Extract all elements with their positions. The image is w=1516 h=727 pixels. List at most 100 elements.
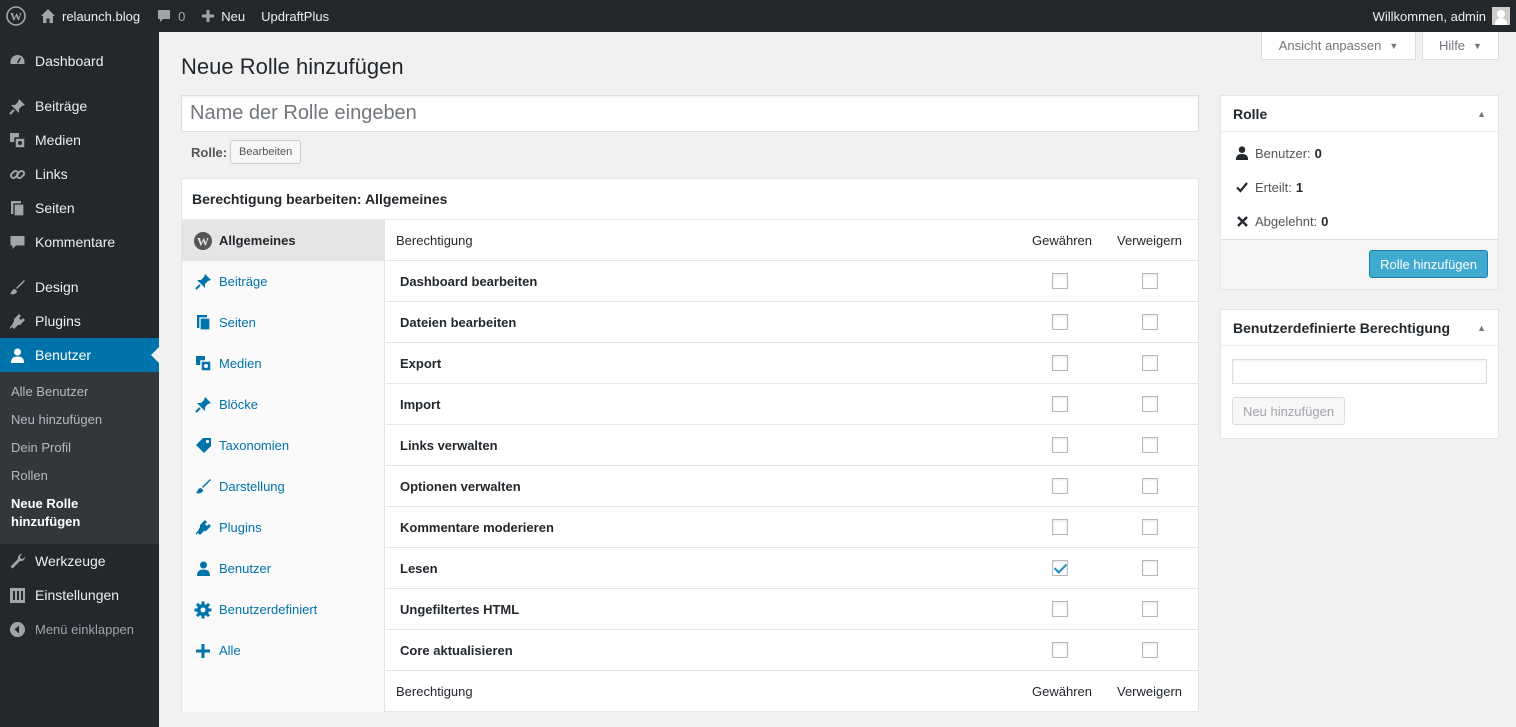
triangle-down-icon: ▼	[1473, 40, 1482, 51]
pages-icon	[193, 313, 213, 333]
menu-comments[interactable]: Kommentare	[0, 225, 159, 259]
deny-checkbox[interactable]	[1142, 314, 1158, 330]
pin-icon	[9, 98, 26, 115]
collapse-icon	[9, 621, 26, 638]
brush-icon	[193, 477, 213, 497]
tab-appearance[interactable]: Darstellung	[182, 466, 384, 507]
menu-users[interactable]: Benutzer	[0, 338, 159, 372]
menu-posts[interactable]: Beiträge	[0, 89, 159, 123]
grant-checkbox[interactable]	[1052, 396, 1068, 412]
page-title: Neue Rolle hinzufügen	[181, 54, 404, 79]
dashboard-icon	[9, 53, 26, 70]
column-header-capability: Berechtigung	[396, 232, 473, 248]
my-account-link[interactable]: Willkommen, admin	[1365, 0, 1516, 32]
submenu-all-users[interactable]: Alle Benutzer	[0, 378, 159, 406]
deny-checkbox[interactable]	[1142, 642, 1158, 658]
menu-tools[interactable]: Werkzeuge	[0, 544, 159, 578]
comment-icon	[156, 8, 172, 24]
help-button[interactable]: Hilfe ▼	[1422, 32, 1499, 60]
grant-checkbox[interactable]	[1052, 355, 1068, 371]
tab-taxonomies[interactable]: Taxonomien	[182, 425, 384, 466]
comments-link[interactable]: 0	[148, 0, 193, 32]
menu-pages[interactable]: Seiten	[0, 191, 159, 225]
column-header-grant: Gewähren	[1032, 232, 1092, 248]
tab-label: Taxonomien	[219, 438, 290, 453]
grant-checkbox[interactable]	[1052, 519, 1068, 535]
tab-media[interactable]: Medien	[182, 343, 384, 384]
wordpress-logo-icon[interactable]: W	[0, 0, 32, 32]
table-row: Links verwalten	[386, 425, 1198, 466]
new-content-link[interactable]: Neu	[193, 0, 253, 32]
tab-label: Beiträge	[219, 274, 268, 289]
tab-users[interactable]: Benutzer	[182, 548, 384, 589]
custom-capability-input[interactable]	[1232, 359, 1487, 384]
tab-posts[interactable]: Beiträge	[182, 261, 384, 302]
deny-checkbox[interactable]	[1142, 355, 1158, 371]
column-footer-capability: Berechtigung	[396, 684, 473, 699]
role-box-actions: Rolle hinzufügen	[1221, 239, 1498, 289]
edit-role-slug-button[interactable]: Bearbeiten	[230, 140, 302, 164]
tab-general[interactable]: W Allgemeines	[182, 220, 384, 261]
brush-icon	[9, 279, 26, 296]
tab-label: Benutzer	[219, 561, 272, 576]
grant-checkbox[interactable]	[1052, 437, 1068, 453]
submenu-roles[interactable]: Rollen	[0, 462, 159, 490]
collapse-arrow-icon[interactable]: ▲	[1477, 323, 1486, 333]
screen-options-button[interactable]: Ansicht anpassen ▼	[1261, 32, 1416, 60]
tab-label: Darstellung	[219, 479, 285, 494]
grant-checkbox[interactable]	[1052, 314, 1068, 330]
updraftplus-label: UpdraftPlus	[261, 8, 330, 24]
deny-checkbox[interactable]	[1142, 396, 1158, 412]
granted-value: 1	[1295, 179, 1304, 195]
add-role-button[interactable]: Rolle hinzufügen	[1369, 250, 1488, 278]
settings-icon	[9, 587, 26, 604]
tab-pages[interactable]: Seiten	[182, 302, 384, 343]
deny-checkbox[interactable]	[1142, 478, 1158, 494]
tab-blocks[interactable]: Blöcke	[182, 384, 384, 425]
tab-custom[interactable]: Benutzerdefiniert	[182, 589, 384, 630]
menu-links[interactable]: Links	[0, 157, 159, 191]
menu-design[interactable]: Design	[0, 270, 159, 304]
deny-checkbox[interactable]	[1142, 273, 1158, 289]
menu-label: Kommentare	[35, 234, 116, 250]
denied-stat: Abgelehnt: 0	[1221, 204, 1498, 238]
custom-box-header[interactable]: Benutzerdefinierte Berechtigung ▲	[1221, 310, 1498, 346]
menu-plugins[interactable]: Plugins	[0, 304, 159, 338]
tab-all[interactable]: Alle	[182, 630, 384, 671]
menu-media[interactable]: Medien	[0, 123, 159, 157]
gear-icon	[193, 600, 213, 620]
role-box-header[interactable]: Rolle ▲	[1221, 96, 1498, 132]
role-name-input[interactable]	[181, 95, 1199, 132]
submenu-add-new[interactable]: Neu hinzufügen	[0, 406, 159, 434]
grant-checkbox[interactable]	[1052, 560, 1068, 576]
collapse-arrow-icon[interactable]: ▲	[1477, 109, 1486, 119]
submenu-add-role[interactable]: Neue Rolle hinzufügen	[0, 490, 100, 536]
pages-icon	[9, 200, 26, 217]
menu-label: Einstellungen	[35, 587, 120, 603]
deny-checkbox[interactable]	[1142, 560, 1158, 576]
capability-name: Ungefiltertes HTML	[400, 601, 520, 617]
deny-checkbox[interactable]	[1142, 437, 1158, 453]
site-name: relaunch.blog	[62, 8, 141, 24]
grant-checkbox[interactable]	[1052, 601, 1068, 617]
menu-settings[interactable]: Einstellungen	[0, 578, 159, 612]
table-row: Lesen	[386, 548, 1198, 589]
deny-checkbox[interactable]	[1142, 519, 1158, 535]
add-new-capability-button[interactable]: Neu hinzufügen	[1232, 397, 1346, 425]
grant-checkbox[interactable]	[1052, 273, 1068, 289]
table-row: Kommentare moderieren	[386, 507, 1198, 548]
submenu-profile[interactable]: Dein Profil	[0, 434, 159, 462]
menu-dashboard[interactable]: Dashboard	[0, 44, 159, 78]
custom-capability-box: Benutzerdefinierte Berechtigung ▲ Neu hi…	[1220, 309, 1499, 439]
tab-plugins[interactable]: Plugins	[182, 507, 384, 548]
menu-collapse[interactable]: Menü einklappen	[0, 612, 159, 646]
svg-text:W: W	[197, 234, 209, 248]
table-row: Export	[386, 343, 1198, 384]
new-label: Neu	[221, 8, 246, 24]
site-name-link[interactable]: relaunch.blog	[32, 0, 148, 32]
updraftplus-link[interactable]: UpdraftPlus	[253, 0, 337, 32]
grant-checkbox[interactable]	[1052, 642, 1068, 658]
grant-checkbox[interactable]	[1052, 478, 1068, 494]
tab-label: Seiten	[219, 315, 256, 330]
deny-checkbox[interactable]	[1142, 601, 1158, 617]
